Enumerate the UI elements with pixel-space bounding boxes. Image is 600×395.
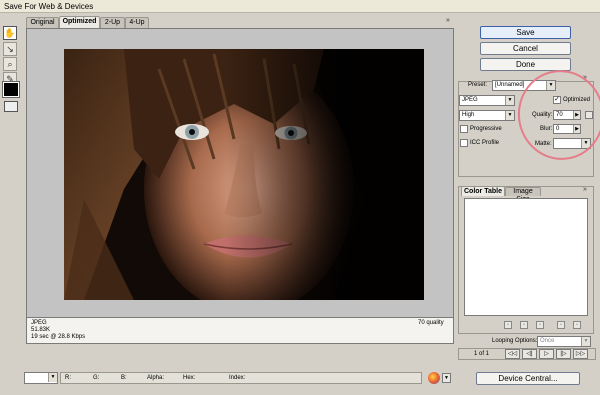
slice-select-icon[interactable]: ↘ xyxy=(3,42,17,56)
web-shift-icon[interactable]: ▫ xyxy=(520,321,528,329)
new-color-icon[interactable]: ▫ xyxy=(557,321,565,329)
tab-label: Original xyxy=(30,19,55,26)
progressive-checkbox[interactable] xyxy=(460,125,468,133)
tab-original[interactable]: Original xyxy=(26,17,59,28)
tab-label: 2-Up xyxy=(104,19,121,26)
info-time: 19 sec @ 28.8 Kbps xyxy=(31,334,86,340)
looping-label: Looping Options: xyxy=(492,338,538,344)
cancel-button[interactable]: Cancel xyxy=(480,42,571,55)
hand-tool-icon[interactable]: ✋ xyxy=(3,26,17,40)
chevron-down-icon: ▼ xyxy=(505,111,514,120)
preset-value: [Unnamed] xyxy=(495,82,525,88)
tab-label: 4-Up xyxy=(129,19,145,26)
readout-g: G: xyxy=(93,375,100,381)
readout-index: Index: xyxy=(229,375,246,381)
last-frame-button[interactable]: ▷▷ xyxy=(573,349,588,359)
readout-r: R: xyxy=(65,375,71,381)
chevron-down-icon: ▼ xyxy=(48,373,57,382)
tab-4up[interactable]: 4-Up xyxy=(125,17,149,28)
window-titlebar: Save For Web & Devices xyxy=(0,0,600,13)
next-frame-button[interactable]: |▷ xyxy=(556,349,571,359)
quality-level-select[interactable]: High ▼ xyxy=(459,110,515,121)
save-button[interactable]: Save xyxy=(480,26,571,39)
chevron-down-icon: ▼ xyxy=(581,337,590,346)
play-button[interactable]: ▷ xyxy=(539,349,554,359)
tab-2up[interactable]: 2-Up xyxy=(100,17,125,28)
map-color-icon[interactable]: ▫ xyxy=(504,321,512,329)
previous-frame-button[interactable]: ◁| xyxy=(522,349,537,359)
readout-alpha: Alpha: xyxy=(147,375,165,381)
format-select[interactable]: JPEG ▼ xyxy=(459,95,515,106)
browser-preview-icon[interactable] xyxy=(428,372,440,384)
optimization-info: JPEG 51.83K 19 sec @ 28.8 Kbps 70 qualit… xyxy=(26,318,454,344)
expand-icon[interactable]: » xyxy=(446,17,450,24)
icc-profile-checkbox[interactable] xyxy=(460,139,468,147)
readout-b: B: xyxy=(121,375,127,381)
info-quality: 70 quality xyxy=(418,320,444,326)
frame-counter: 1 of 1 xyxy=(474,351,490,357)
tab-label: Color Table xyxy=(464,188,502,195)
progressive-label: Progressive xyxy=(470,126,502,132)
zoom-icon[interactable]: ⌕ xyxy=(3,57,17,71)
readout-hex: Hex: xyxy=(183,375,196,381)
chevron-down-icon[interactable]: ▼ xyxy=(442,373,451,383)
first-frame-button[interactable]: ◁◁ xyxy=(505,349,520,359)
icc-profile-label: ICC Profile xyxy=(470,140,500,146)
tab-color-table[interactable]: Color Table xyxy=(461,186,505,196)
panel-menu-icon[interactable]: » xyxy=(583,186,587,193)
info-size: 51.83K xyxy=(31,327,51,333)
info-format: JPEG xyxy=(31,320,47,326)
color-readout: R: G: B: Alpha: Hex: Index: xyxy=(60,372,422,384)
preset-label: Preset: xyxy=(468,82,488,88)
tab-image-size[interactable]: Image Size xyxy=(505,187,541,203)
toggle-slices-icon[interactable] xyxy=(4,101,18,112)
lock-color-icon[interactable]: ▫ xyxy=(536,321,544,329)
color-swatch-icon[interactable] xyxy=(2,81,20,98)
preview-photo[interactable] xyxy=(64,49,424,300)
looping-value: Once xyxy=(540,338,555,344)
chevron-down-icon: ▼ xyxy=(505,96,514,105)
format-value: JPEG xyxy=(462,97,478,103)
device-central-button[interactable]: Device Central... xyxy=(476,372,580,385)
looping-select[interactable]: Once ▼ xyxy=(537,336,591,347)
tab-label: Optimized xyxy=(62,18,97,25)
zoom-select[interactable]: ▼ xyxy=(24,372,58,384)
trash-icon[interactable]: ▫ xyxy=(573,321,581,329)
portrait-image xyxy=(64,49,424,300)
color-table-swatches[interactable] xyxy=(464,198,588,316)
quality-level-value: High xyxy=(462,112,475,118)
window-title: Save For Web & Devices xyxy=(4,2,94,11)
tab-optimized[interactable]: Optimized xyxy=(59,16,100,28)
